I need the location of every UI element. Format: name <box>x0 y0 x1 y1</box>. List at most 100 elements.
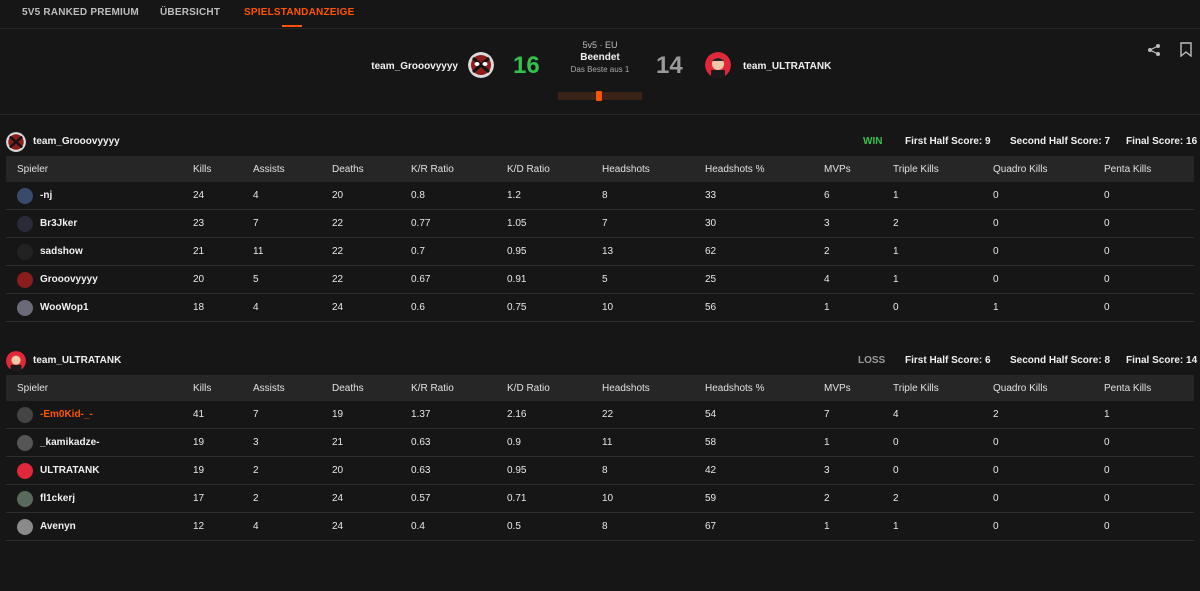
column-header[interactable]: Assists <box>253 156 332 182</box>
bookmark-icon[interactable] <box>1180 42 1192 60</box>
player-name[interactable]: _kamikadze- <box>40 437 99 448</box>
stat-cell: 0 <box>993 237 1104 266</box>
tab-5v5-ranked-premium[interactable]: 5V5 RANKED PREMIUM <box>22 7 139 18</box>
player-cell[interactable]: -nj <box>6 182 193 210</box>
stat-cell: 24 <box>332 484 411 513</box>
stat-cell: 20 <box>332 182 411 210</box>
team1-bar-name[interactable]: team_Grooovyyyy <box>33 136 120 147</box>
team2-avatar[interactable] <box>705 52 731 78</box>
column-header[interactable]: Deaths <box>332 156 411 182</box>
player-cell[interactable]: sadshow <box>6 237 193 266</box>
player-avatar[interactable] <box>17 462 33 479</box>
column-header[interactable]: K/R Ratio <box>411 375 507 401</box>
column-header[interactable]: Headshots <box>602 156 705 182</box>
column-header[interactable]: Assists <box>253 375 332 401</box>
column-header[interactable]: MVPs <box>824 375 893 401</box>
player-row[interactable]: -nj 24 4 20 0.8 1.2 8 33 6 1 0 0 <box>6 182 1194 210</box>
stat-cell: 2 <box>824 237 893 266</box>
team2-bar-name[interactable]: team_ULTRATANK <box>33 355 121 366</box>
stat-cell: 0 <box>1104 456 1194 485</box>
player-name[interactable]: WooWop1 <box>40 302 89 313</box>
player-name[interactable]: sadshow <box>40 246 83 257</box>
player-avatar[interactable] <box>17 406 33 423</box>
player[interactable]: sadshow <box>17 243 193 260</box>
stat-cell: 21 <box>193 237 253 266</box>
column-header[interactable]: MVPs <box>824 156 893 182</box>
player[interactable]: -nj <box>17 187 193 204</box>
player-name[interactable]: ULTRATANK <box>40 465 99 476</box>
player-avatar[interactable] <box>17 434 33 451</box>
column-header[interactable]: Penta Kills <box>1104 375 1194 401</box>
share-icon[interactable] <box>1147 43 1161 60</box>
team2-name[interactable]: team_ULTRATANK <box>743 61 831 72</box>
player-name[interactable]: Br3Jker <box>40 218 77 229</box>
player[interactable]: _kamikadze- <box>17 434 193 451</box>
stat-cell: 6 <box>824 182 893 210</box>
player-cell[interactable]: Grooovyyyy <box>6 265 193 294</box>
column-header[interactable]: Headshots % <box>705 375 824 401</box>
player-row[interactable]: Br3Jker 23 7 22 0.77 1.05 7 30 3 2 0 0 <box>6 209 1194 238</box>
stat-cell: 3 <box>253 428 332 457</box>
player-name[interactable]: fl1ckerj <box>40 493 75 504</box>
player-name[interactable]: -Em0Kid-_- <box>40 409 93 420</box>
player[interactable]: Grooovyyyy <box>17 271 193 288</box>
player-cell[interactable]: _kamikadze- <box>6 428 193 457</box>
player-cell[interactable]: ULTRATANK <box>6 456 193 485</box>
column-header[interactable]: K/R Ratio <box>411 156 507 182</box>
team1-player-table: Spieler Kills Assists Deaths K/R Ratio K/D Ra… <box>6 156 1194 322</box>
column-header[interactable]: Penta Kills <box>1104 156 1194 182</box>
player-avatar[interactable] <box>17 299 33 316</box>
player[interactable]: Avenyn <box>17 518 193 535</box>
player-avatar[interactable] <box>17 243 33 260</box>
team1-name[interactable]: team_Grooovyyyy <box>371 61 458 72</box>
column-header[interactable]: Deaths <box>332 375 411 401</box>
player[interactable]: WooWop1 <box>17 299 193 316</box>
column-header[interactable]: Triple Kills <box>893 375 993 401</box>
stat-cell: 0 <box>993 182 1104 210</box>
player-avatar[interactable] <box>17 271 33 288</box>
player-cell[interactable]: WooWop1 <box>6 293 193 322</box>
player-avatar[interactable] <box>17 490 33 507</box>
player-row[interactable]: WooWop1 18 4 24 0.6 0.75 10 56 1 0 1 0 <box>6 293 1194 322</box>
player-cell[interactable]: -Em0Kid-_- <box>6 401 193 429</box>
player[interactable]: fl1ckerj <box>17 490 193 507</box>
column-header[interactable]: Kills <box>193 156 253 182</box>
player-row[interactable]: _kamikadze- 19 3 21 0.63 0.9 11 58 1 0 0 0 <box>6 428 1194 457</box>
player-name[interactable]: -nj <box>40 190 52 201</box>
stat-cell: 0 <box>993 512 1104 541</box>
column-header[interactable]: Headshots <box>602 375 705 401</box>
player[interactable]: -Em0Kid-_- <box>17 406 193 423</box>
player-cell[interactable]: fl1ckerj <box>6 484 193 513</box>
tab-spielstandanzeige[interactable]: SPIELSTANDANZEIGE <box>244 7 354 18</box>
player[interactable]: Br3Jker <box>17 215 193 232</box>
column-header[interactable]: Triple Kills <box>893 156 993 182</box>
player-avatar[interactable] <box>17 215 33 232</box>
player-row[interactable]: fl1ckerj 17 2 24 0.57 0.71 10 59 2 2 0 0 <box>6 484 1194 513</box>
player-cell[interactable]: Avenyn <box>6 512 193 541</box>
player-row[interactable]: -Em0Kid-_- 41 7 19 1.37 2.16 22 54 7 4 2 1 <box>6 401 1194 429</box>
column-header[interactable]: Headshots % <box>705 156 824 182</box>
player-name[interactable]: Avenyn <box>40 521 76 532</box>
player[interactable]: ULTRATANK <box>17 462 193 479</box>
column-header[interactable]: K/D Ratio <box>507 375 602 401</box>
column-header[interactable]: Spieler <box>6 375 193 401</box>
stat-cell: 59 <box>705 484 824 513</box>
column-header[interactable]: Kills <box>193 375 253 401</box>
player-row[interactable]: ULTRATANK 19 2 20 0.63 0.95 8 42 3 0 0 0 <box>6 456 1194 485</box>
stat-cell: 22 <box>332 237 411 266</box>
tab-uebersicht[interactable]: ÜBERSICHT <box>160 7 220 18</box>
team1-avatar[interactable] <box>468 52 494 78</box>
player-name[interactable]: Grooovyyyy <box>40 274 98 285</box>
player-avatar[interactable] <box>17 518 33 535</box>
player-cell[interactable]: Br3Jker <box>6 209 193 238</box>
team2-bar: team_ULTRATANK LOSS First Half Score: 6 … <box>6 347 1197 375</box>
player-row[interactable]: sadshow 21 11 22 0.7 0.95 13 62 2 1 0 0 <box>6 237 1194 266</box>
column-header[interactable]: Quadro Kills <box>993 375 1104 401</box>
player-avatar[interactable] <box>17 187 33 204</box>
column-header[interactable]: Spieler <box>6 156 193 182</box>
stat-cell: 25 <box>705 265 824 294</box>
column-header[interactable]: K/D Ratio <box>507 156 602 182</box>
column-header[interactable]: Quadro Kills <box>993 156 1104 182</box>
player-row[interactable]: Avenyn 12 4 24 0.4 0.5 8 67 1 1 0 0 <box>6 512 1194 541</box>
player-row[interactable]: Grooovyyyy 20 5 22 0.67 0.91 5 25 4 1 0 0 <box>6 265 1194 294</box>
